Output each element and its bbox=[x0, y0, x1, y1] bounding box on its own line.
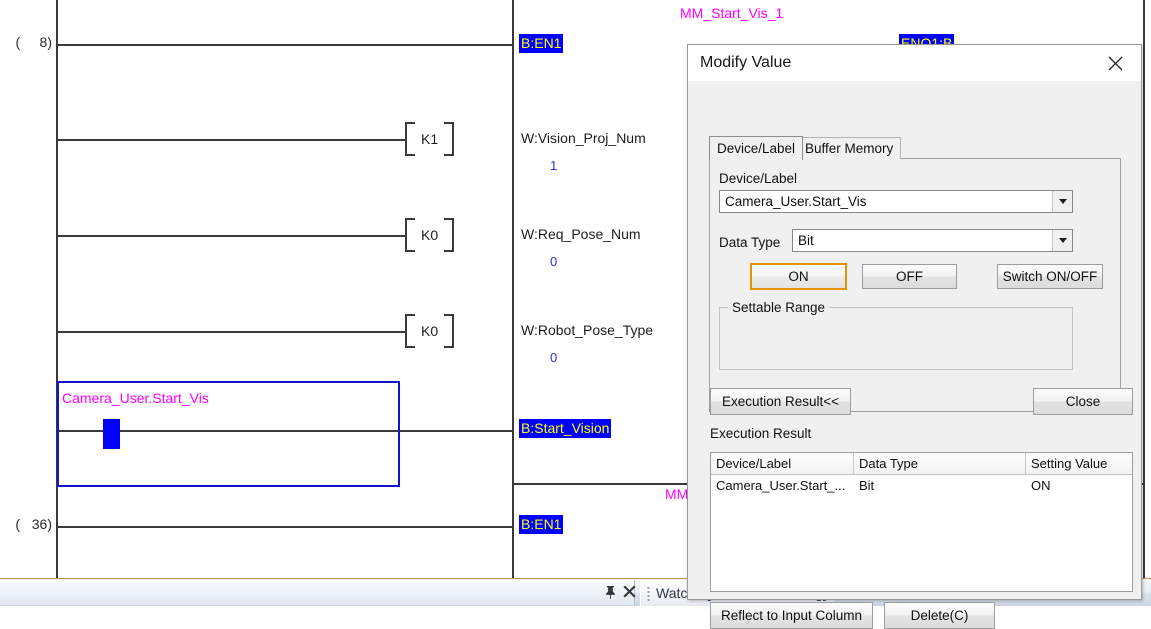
modify-value-dialog[interactable]: Modify Value Device/Label Buffer Memory … bbox=[687, 44, 1142, 629]
pin-start-vision-monitor[interactable]: B:Start_Vision bbox=[519, 419, 612, 438]
column-header-setting-value[interactable]: Setting Value bbox=[1026, 453, 1132, 474]
settable-range-title: Settable Range bbox=[728, 300, 830, 315]
step-number-8: ( 8) bbox=[15, 34, 52, 50]
data-type-combobox[interactable]: Bit bbox=[792, 229, 1073, 252]
reflect-to-input-column-button[interactable]: Reflect to Input Column bbox=[710, 602, 873, 629]
device-label-value: Camera_User.Start_Vis bbox=[725, 194, 867, 209]
dialog-titlebar[interactable]: Modify Value bbox=[688, 45, 1141, 81]
pin-value-robot-pose-type: 0 bbox=[550, 350, 558, 365]
rung-wire-vision-proj bbox=[56, 139, 406, 141]
settable-range-groupbox bbox=[719, 307, 1073, 370]
chevron-down-icon-glyph bbox=[1058, 199, 1067, 204]
bracket-left-icon bbox=[405, 122, 415, 156]
block2-boundary-rail bbox=[512, 485, 514, 578]
device-label-field-label: Device/Label bbox=[719, 171, 798, 186]
column-header-device-label[interactable]: Device/Label bbox=[711, 453, 854, 474]
close-icon-glyph bbox=[1108, 56, 1122, 70]
rung-wire-robot-pose bbox=[56, 331, 406, 333]
contact-cursor-block[interactable] bbox=[103, 419, 120, 449]
rung-wire-block2-en bbox=[56, 526, 513, 528]
column-header-data-type[interactable]: Data Type bbox=[854, 453, 1026, 474]
cell-device-label: Camera_User.Start_... bbox=[716, 477, 846, 493]
bracket-right-icon bbox=[444, 122, 455, 156]
dialog-tabstrip: Device/Label Buffer Memory bbox=[709, 136, 1121, 160]
pin-label-vision-proj-num: W:Vision_Proj_Num bbox=[521, 130, 646, 146]
pin-icon[interactable] bbox=[604, 585, 617, 601]
drag-grip-icon[interactable] bbox=[647, 585, 650, 601]
bracket-left-icon bbox=[405, 218, 415, 252]
tab-buffer-memory[interactable]: Buffer Memory bbox=[797, 137, 902, 159]
dialog-title: Modify Value bbox=[700, 54, 792, 71]
execution-result-caption: Execution Result bbox=[710, 426, 812, 441]
off-button[interactable]: OFF bbox=[862, 264, 957, 289]
data-type-field-label: Data Type bbox=[719, 235, 781, 250]
close-icon[interactable] bbox=[623, 585, 636, 600]
step-number-36: ( 36) bbox=[15, 516, 52, 532]
listview-header-row: Device/Label Data Type Setting Value bbox=[711, 453, 1132, 475]
dock-pane-left bbox=[0, 580, 635, 605]
operand-cell-k0-req-pose[interactable]: K0 bbox=[405, 218, 455, 252]
table-row[interactable]: Camera_User.Start_... Bit ON bbox=[711, 475, 1132, 495]
delete-button[interactable]: Delete(C) bbox=[884, 602, 995, 629]
function-block-1-title: MM_Start_Vis_1 bbox=[680, 5, 784, 21]
close-icon-glyph bbox=[623, 585, 636, 598]
pin-value-req-pose-num: 0 bbox=[550, 254, 558, 269]
chevron-down-icon-glyph bbox=[1058, 238, 1067, 243]
operand-value: K1 bbox=[421, 131, 439, 147]
operand-value: K0 bbox=[421, 323, 439, 339]
pin-icon-glyph bbox=[606, 586, 615, 599]
pin-value-vision-proj-num: 1 bbox=[550, 158, 558, 173]
data-type-value: Bit bbox=[798, 233, 814, 248]
chevron-down-icon[interactable] bbox=[1052, 191, 1072, 212]
bracket-left-icon bbox=[405, 314, 415, 348]
execution-result-listview[interactable]: Device/Label Data Type Setting Value Cam… bbox=[710, 452, 1133, 592]
block-boundary-rail bbox=[512, 0, 514, 483]
pin-label-req-pose-num: W:Req_Pose_Num bbox=[521, 226, 641, 242]
pin-en1-monitor[interactable]: B:EN1 bbox=[519, 34, 564, 53]
close-icon[interactable] bbox=[1097, 50, 1133, 76]
operand-cell-k1[interactable]: K1 bbox=[405, 122, 455, 156]
execution-result-toggle-button[interactable]: Execution Result<< bbox=[710, 388, 851, 415]
chevron-down-icon[interactable] bbox=[1052, 230, 1072, 251]
pin-block2-en1-monitor[interactable]: B:EN1 bbox=[519, 515, 564, 534]
function-block-2-title: MM bbox=[665, 486, 689, 502]
rung-wire-req-pose bbox=[56, 235, 406, 237]
tabpanel-seam-mask bbox=[710, 157, 796, 160]
left-power-rail bbox=[56, 0, 58, 578]
rung-wire-en bbox=[56, 44, 513, 46]
pin-label-robot-pose-type: W:Robot_Pose_Type bbox=[521, 322, 654, 338]
dialog-body: Device/Label Buffer Memory Device/Label … bbox=[688, 81, 1141, 629]
close-button[interactable]: Close bbox=[1033, 388, 1133, 415]
on-button[interactable]: ON bbox=[750, 263, 847, 290]
operand-cell-k0-robot-pose[interactable]: K0 bbox=[405, 314, 455, 348]
switch-on-off-button[interactable]: Switch ON/OFF bbox=[997, 264, 1103, 289]
cell-setting-value: ON bbox=[1031, 477, 1051, 493]
bracket-right-icon bbox=[444, 314, 455, 348]
selected-contact-label: Camera_User.Start_Vis bbox=[62, 390, 209, 406]
operand-value: K0 bbox=[421, 227, 439, 243]
right-edge-rail bbox=[1143, 0, 1145, 578]
device-label-combobox[interactable]: Camera_User.Start_Vis bbox=[719, 190, 1073, 213]
cell-data-type: Bit bbox=[859, 477, 875, 493]
bracket-right-icon bbox=[444, 218, 455, 252]
